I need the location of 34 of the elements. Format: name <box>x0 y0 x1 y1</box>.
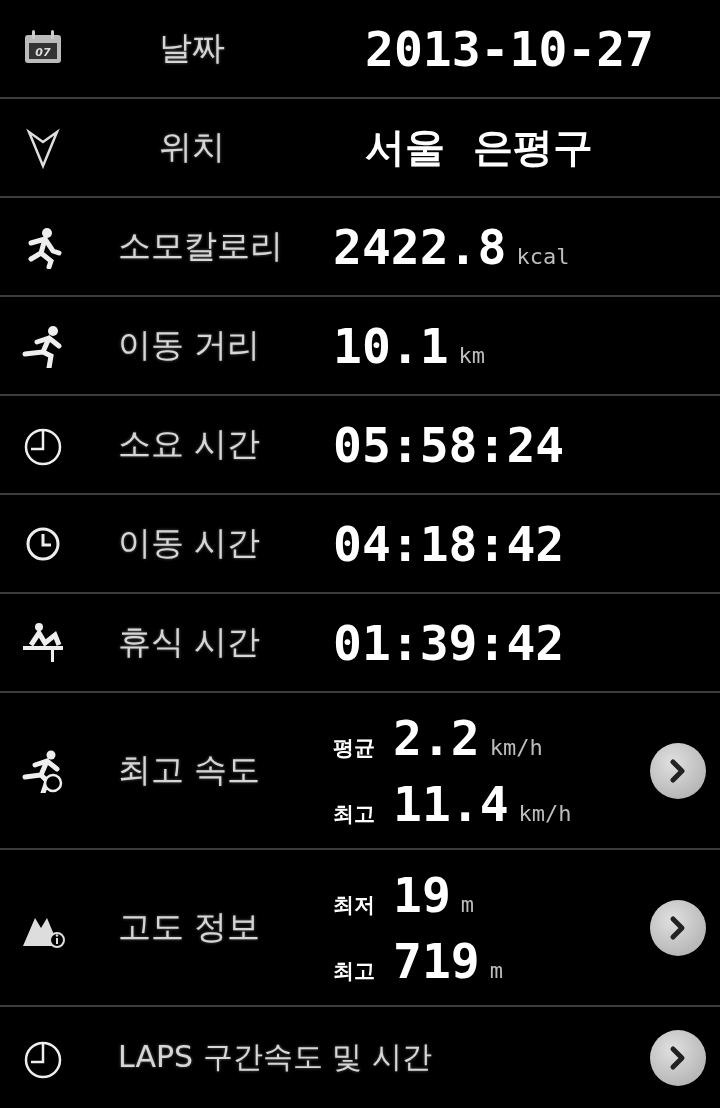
unit-label: m <box>489 957 503 983</box>
stat-sublabel: 최저 <box>333 891 376 919</box>
stat-value: 2.2 <box>393 709 480 766</box>
stat-value: 10.1 <box>333 317 449 374</box>
stat-value: 2422.8 <box>333 218 507 275</box>
row-label: 소모칼로리 <box>117 225 284 267</box>
runner-icon <box>21 323 65 368</box>
row-label: 고도 정보 <box>117 906 262 948</box>
stat-value: 11.4 <box>393 775 509 832</box>
stat-value: 719 <box>393 932 480 989</box>
unit-label: km/h <box>518 800 572 826</box>
stat-value: 19 <box>393 866 451 923</box>
row-label: 이동 시간 <box>117 522 262 564</box>
row-label: 최고 속도 <box>117 749 262 791</box>
row-label: 이동 거리 <box>117 324 262 366</box>
stat-value: 서울 은평구 <box>365 123 593 172</box>
resting-figure-icon <box>21 620 65 665</box>
row-label: LAPS 구간속도 및 시간 <box>117 1038 432 1076</box>
row-label: 휴식 시간 <box>117 621 262 663</box>
row-label: 소요 시간 <box>117 423 262 465</box>
unit-label: km/h <box>489 734 543 760</box>
stat-sublabel: 평균 <box>333 734 376 762</box>
stat-value: 05:58:24 <box>333 416 565 473</box>
stat-sublabel: 최고 <box>333 800 376 828</box>
stat-value: 01:39:42 <box>333 614 565 671</box>
stat-value: 2013-10-27 <box>365 20 654 77</box>
unit-label: km <box>458 342 486 368</box>
stat-value: 04:18:42 <box>333 515 565 572</box>
runner-icon <box>21 748 65 793</box>
row-label: 날짜 <box>158 27 226 69</box>
unit-label: m <box>460 891 475 917</box>
unit-label: kcal <box>516 243 570 269</box>
row-label: 위치 <box>158 126 226 168</box>
stat-sublabel: 최고 <box>333 957 376 985</box>
